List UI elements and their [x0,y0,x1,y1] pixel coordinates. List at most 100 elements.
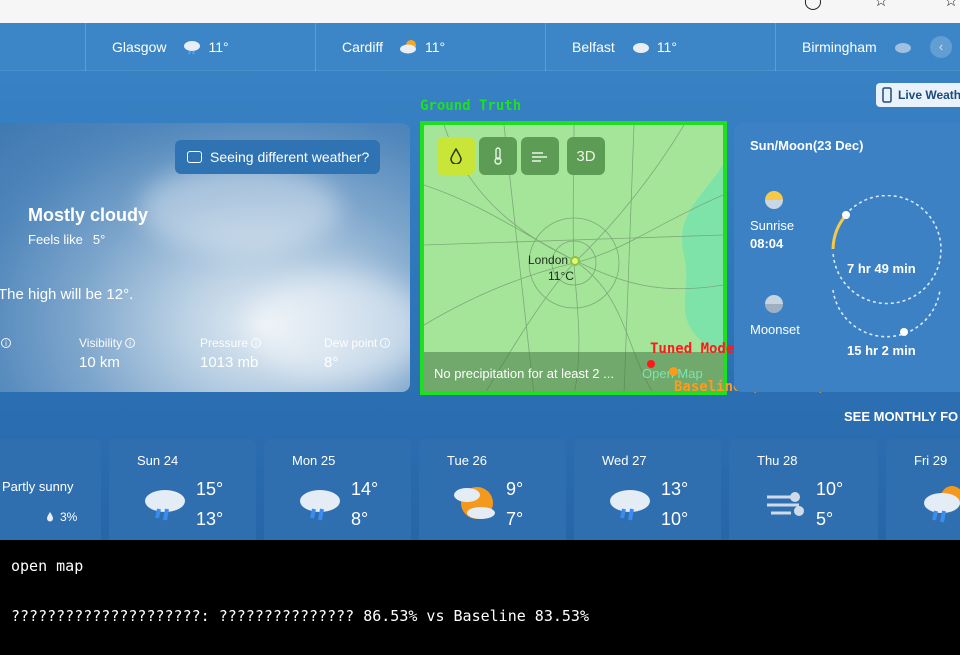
precip-chance: 3% [60,510,78,524]
instruction-text: open map [11,557,84,575]
cloud-icon [894,43,911,53]
browser-toolbar: ◯ ☆ ☆ [0,0,960,23]
stat-label: Pressure [200,336,249,350]
seeing-different-weather-button[interactable]: Seeing different weather? [175,140,380,174]
info-icon[interactable]: i [251,338,262,348]
moon-duration: 15 hr 2 min [847,343,916,358]
forecast-day-today[interactable]: Partly sunny 3% [0,439,101,540]
city-item-cardiff[interactable]: Cardiff 11° [342,23,445,71]
cloud-background [140,163,340,253]
raindrop-icon [47,512,53,522]
precip-summary: No precipitation for at least 2 ... [434,366,614,381]
cloud-icon [632,43,649,53]
forecast-day-fri-29[interactable]: Fri 29 [886,439,960,540]
wind-icon [767,492,804,516]
temperature-icon[interactable] [479,137,517,175]
result-text: ?????????????????????: ??????????????? 8… [11,607,589,625]
sunrise-label: Sunrise [750,218,795,233]
forecast-high: 10° [816,479,844,499]
cloud-rain-icon [184,41,201,55]
forecast-day-name: Sun 24 [137,453,179,468]
info-icon[interactable]: i [0,336,11,350]
cloud-rain-icon [610,490,650,521]
sunrise-time: 08:04 [750,236,784,251]
moonset-label: Moonset [750,322,800,337]
profile-icon[interactable]: ◯ [802,0,824,10]
forecast-high: 9° [506,479,524,499]
forecast-low: 7° [506,509,524,529]
info-icon[interactable]: i [125,338,136,348]
forecast-day-thu-28[interactable]: Thu 28 10° 5° [729,439,878,540]
forecast-low: 10° [661,509,689,529]
ground-truth-label: Ground Truth [420,98,522,114]
city-item-glasgow[interactable]: Glasgow 11° [112,23,229,71]
tuned-click-marker [647,360,655,368]
partly-sunny-icon [399,40,416,54]
forecast-high: 13° [661,479,689,499]
forecast-day-mon-25[interactable]: Mon 25 14° 8° [264,439,411,540]
map-toolbar: 3D [437,137,605,175]
seeing-different-weather-label: Seeing different weather? [210,149,370,165]
sun-moon-card[interactable]: Sun/Moon(23 Dec) Sunrise 08:04 7 hr 49 m… [734,123,960,392]
forecast-day-name: Mon 25 [292,453,336,468]
forecast-day-name: Tue 26 [447,453,487,468]
stat-label: Dew point [324,336,378,350]
forecast-low: 5° [816,509,834,529]
sunrise-icon [765,191,783,209]
cloud-rain-icon [145,490,185,521]
sun-moon-title: Sun/Moon(23 Dec) [750,138,864,153]
divider [545,23,546,71]
city-name: Glasgow [112,39,167,55]
city-temp: 11° [656,39,677,55]
partly-sunny-icon [454,487,495,519]
map-3d-button[interactable]: 3D [567,137,605,175]
partly-sunny-rain-icon [924,486,960,523]
forecast-day-name: Fri 29 [914,453,948,468]
stat-pressure: Pressure i 1013 mb [200,336,262,371]
city-item-birmingham[interactable]: Birmingham [802,23,919,71]
stat-label: Visibility [79,336,123,350]
cloud-rain-icon [300,490,340,521]
wind-icon[interactable] [521,137,559,175]
forecast-day-tue-26[interactable]: Tue 26 9° 7° [419,439,566,540]
city-temp: 11° [208,39,229,55]
map-temp-label: 11°C [548,269,574,283]
live-weather-button[interactable]: Live Weath [876,83,960,107]
stat-dew-point: Dew point i 8° [324,336,391,371]
chat-bubble-icon [187,151,202,163]
divider [315,23,316,71]
info-icon[interactable]: i [380,338,391,348]
city-name: Belfast [572,39,615,55]
feels-like: Feels like 5° [28,232,105,247]
forecast-condition: Partly sunny [2,479,74,494]
divider [85,23,86,71]
chevron-left-icon[interactable]: ‹ [930,36,952,58]
stat-value: 1013 mb [200,354,259,371]
divider [775,23,776,71]
forecast-day-name: Thu 28 [757,453,798,468]
forecast-day-wed-27[interactable]: Wed 27 13° 10° [574,439,721,540]
high-summary: The high will be 12°. [0,286,134,303]
caption-panel: open map ?????????????????????: ????????… [0,540,960,655]
city-strip: Glasgow 11° Cardiff 11° Belfast 11° Birm… [0,23,960,71]
forecast-day-sun-24[interactable]: Sun 24 15° 13° [109,439,256,540]
weather-page: Glasgow 11° Cardiff 11° Belfast 11° Birm… [0,23,960,540]
moonset-icon [765,295,783,313]
map-city-label: London [528,253,569,267]
stat-value: 10 km [79,354,120,371]
current-conditions-card: Seeing different weather? Mostly cloudy … [0,123,410,392]
live-weather-label: Live Weath [898,88,960,102]
forecast-high: 14° [351,479,379,499]
favorite-star-icon[interactable]: ☆ [870,0,892,10]
forecast-low: 13° [196,509,224,529]
see-monthly-forecast-link[interactable]: SEE MONTHLY FO [844,409,958,424]
precipitation-icon[interactable] [437,137,475,175]
city-item-belfast[interactable]: Belfast 11° [572,23,677,71]
condition-text: Mostly cloudy [28,205,149,225]
baseline-click-marker [669,367,678,376]
city-temp: 11° [424,39,446,55]
stat-visibility: Visibility i 10 km [79,336,136,371]
forecast-day-name: Wed 27 [602,453,647,468]
day-length: 7 hr 49 min [847,261,916,276]
favorites-icon[interactable]: ☆ [940,0,960,10]
